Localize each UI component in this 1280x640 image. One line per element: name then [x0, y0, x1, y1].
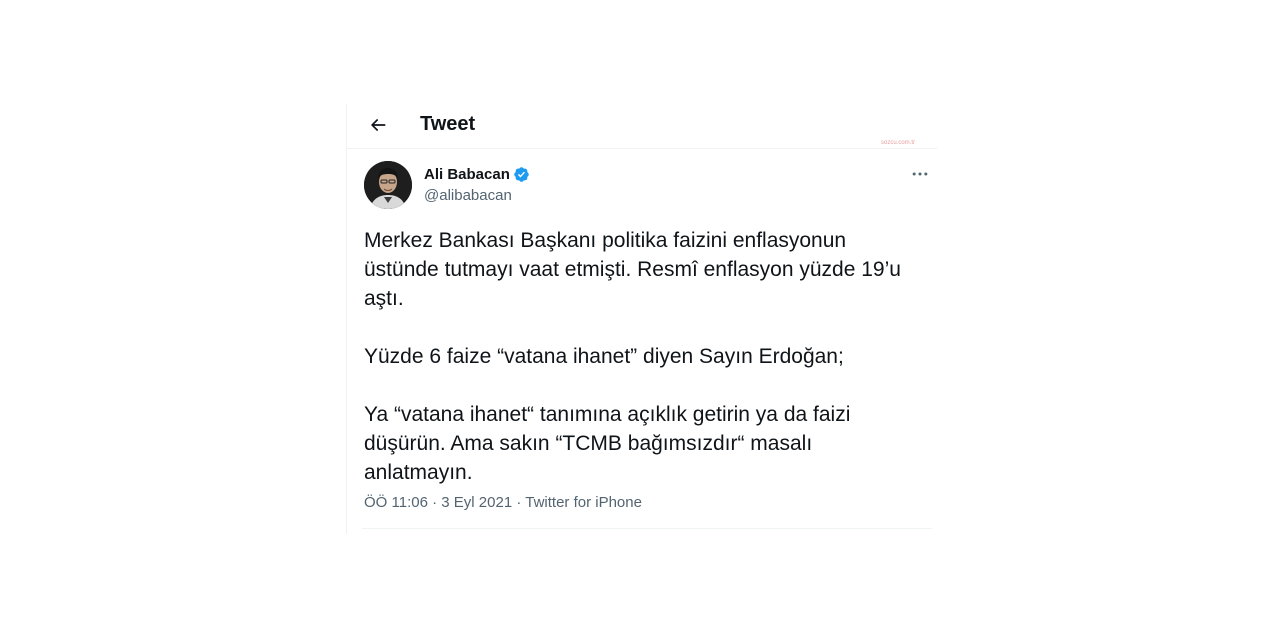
tweet-source[interactable]: Twitter for iPhone [525, 494, 642, 511]
meta-separator: · [427, 494, 442, 511]
author-handle[interactable]: @alibabacan [424, 186, 512, 205]
tweet-panel: Tweet sozcu.com.tr Ali Babacan @alibabac… [346, 104, 937, 534]
more-options-button[interactable] [905, 162, 935, 186]
tweet-date[interactable]: 3 Eyl 2021 [441, 494, 512, 511]
tweet-paragraph: Merkez Bankası Başkanı politika faizini … [364, 229, 901, 310]
author-display-name[interactable]: Ali Babacan [424, 165, 510, 184]
author-name-row: Ali Babacan [424, 165, 530, 184]
back-button[interactable] [361, 108, 395, 142]
tweet-time[interactable]: ÖÖ 11:06 [364, 494, 428, 511]
tweet-header: Tweet sozcu.com.tr [347, 104, 937, 149]
verified-badge-icon [514, 167, 529, 182]
tweet-text: Merkez Bankası Başkanı politika faizini … [364, 226, 914, 487]
more-horizontal-icon [912, 172, 928, 176]
watermark-text: sozcu.com.tr [881, 140, 916, 146]
divider [362, 528, 932, 529]
meta-separator: · [512, 494, 526, 511]
page-title: Tweet [420, 113, 476, 135]
arrow-left-icon [371, 119, 386, 131]
avatar[interactable] [364, 161, 412, 209]
tweet-meta: ÖÖ 11:06 · 3 Eyl 2021 · Twitter for iPho… [364, 493, 642, 513]
tweet-paragraph: Yüzde 6 faize “vatana ihanet” diyen Sayı… [364, 345, 844, 368]
tweet-paragraph: Ya “vatana ihanet“ tanımına açıklık geti… [364, 403, 851, 484]
